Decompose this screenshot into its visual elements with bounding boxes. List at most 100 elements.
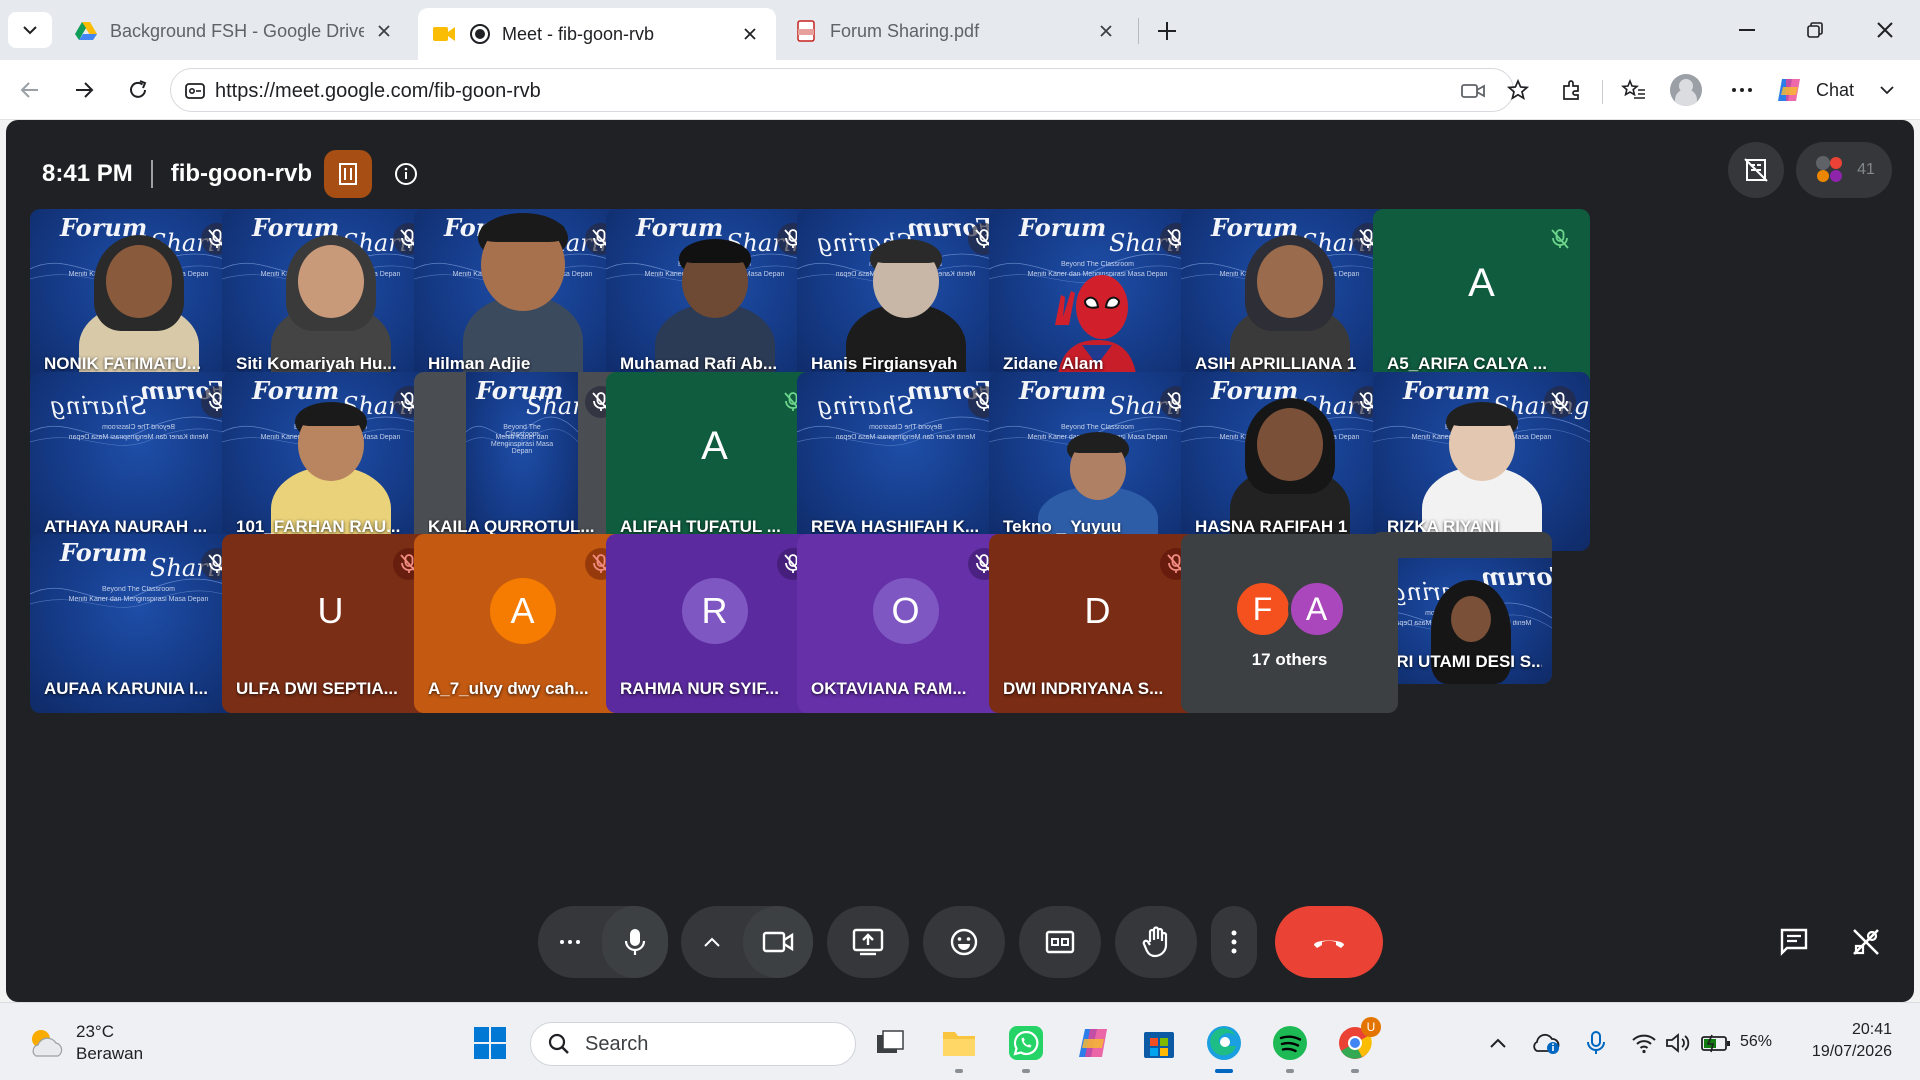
minimize-button[interactable] (1724, 12, 1770, 48)
system-clock[interactable]: 20:41 19/07/2026 (1812, 1019, 1892, 1063)
background-effects-button[interactable] (1728, 142, 1784, 198)
more-menu-button[interactable] (1724, 72, 1760, 108)
camera-button[interactable] (743, 906, 813, 978)
star-outline-icon (1506, 78, 1530, 102)
file-explorer-app[interactable] (937, 1021, 981, 1073)
tab-separator (1138, 18, 1139, 44)
tab-google-meet[interactable]: Meet - fib-goon-rvb (418, 8, 776, 60)
reload-button[interactable] (120, 72, 156, 108)
chat-panel-button[interactable] (1758, 906, 1830, 978)
participant-tile[interactable]: A A_7_ulvy dwy cah... (414, 534, 631, 713)
participant-tile[interactable]: ForumSharingBeyond The ClassroomMeniti K… (30, 534, 247, 713)
participant-initial-avatar: D (1064, 578, 1131, 644)
participant-tile[interactable]: ForumSharingBeyond The ClassroomMeniti K… (414, 209, 631, 388)
favorites-list-icon (1621, 78, 1647, 102)
tab-search-button[interactable] (8, 12, 52, 48)
info-icon (394, 162, 418, 186)
close-tab-icon[interactable] (738, 22, 762, 46)
site-info-icon[interactable] (183, 79, 207, 103)
participant-tile[interactable]: ForumSharingBeyond The ClassroomMeniti K… (222, 372, 439, 551)
participant-tile[interactable]: ForumSharingBeyond The ClassroomMeniti K… (1181, 209, 1398, 388)
taskbar-search[interactable]: Search (530, 1022, 856, 1066)
tab-pdf[interactable]: Forum Sharing.pdf (780, 10, 1132, 52)
participant-tile[interactable]: R RAHMA NUR SYIF... (606, 534, 823, 713)
edge-browser-app[interactable] (1202, 1021, 1246, 1073)
battery-tray[interactable] (1700, 1027, 1732, 1059)
meeting-info-button[interactable] (392, 160, 420, 188)
star-icon[interactable] (1475, 77, 1503, 105)
close-tab-icon[interactable] (372, 19, 396, 43)
plus-icon (1156, 20, 1178, 42)
self-tile[interactable]: ForumSharingBeyond The ClassroomMeniti K… (1371, 532, 1552, 684)
forward-button[interactable] (66, 72, 102, 108)
participant-tile[interactable]: ForumSharingBeyond The ClassroomMeniti K… (414, 372, 631, 551)
more-options-button[interactable] (1211, 906, 1257, 978)
restore-button[interactable] (1792, 12, 1838, 48)
reload-icon (126, 78, 150, 102)
participant-tile[interactable]: U ULFA DWI SEPTIA... (222, 534, 439, 713)
tab-google-drive[interactable]: Background FSH - Google Drive (60, 10, 410, 52)
microphone-tray[interactable] (1580, 1027, 1612, 1059)
clock-date: 19/07/2026 (1811, 1043, 1892, 1060)
participant-initial-avatar: A (1468, 260, 1495, 305)
captions-button[interactable] (1019, 906, 1101, 978)
reactions-button[interactable] (923, 906, 1005, 978)
participant-tile[interactable]: A ALIFAH TUFATUL ... (606, 372, 823, 551)
new-tab-button[interactable] (1150, 14, 1184, 48)
task-view-button[interactable] (868, 1021, 912, 1065)
copilot-app[interactable] (1071, 1021, 1115, 1065)
copilot-icon (1075, 1026, 1111, 1060)
muted-mic-icon (1544, 386, 1576, 418)
chrome-app[interactable]: U (1333, 1017, 1381, 1073)
close-window-button[interactable] (1862, 12, 1908, 48)
muted-mic-icon (1544, 223, 1576, 255)
present-button[interactable] (827, 906, 909, 978)
volume-tray[interactable] (1662, 1027, 1694, 1059)
participant-tile[interactable]: ForumSharingBeyond The ClassroomMeniti K… (30, 209, 247, 388)
participant-tile[interactable]: ForumSharingBeyond The ClassroomMeniti K… (797, 372, 1014, 551)
participant-tile[interactable]: ForumSharingBeyond The ClassroomMeniti K… (989, 209, 1206, 388)
raise-hand-button[interactable] (1115, 906, 1197, 978)
start-button[interactable] (468, 1021, 512, 1065)
audio-settings-button[interactable] (538, 906, 602, 978)
copilot-chat-button[interactable]: Chat (1774, 72, 1910, 108)
whatsapp-app[interactable] (1004, 1021, 1048, 1073)
participant-tile[interactable]: ForumSharingBeyond The ClassroomMeniti K… (989, 372, 1206, 551)
back-button[interactable] (12, 72, 48, 108)
participant-tile[interactable]: ForumSharingBeyond The ClassroomMeniti K… (606, 209, 823, 388)
profile-avatar[interactable] (1670, 74, 1702, 106)
spotify-app[interactable] (1268, 1021, 1312, 1073)
microphone-button[interactable] (602, 906, 668, 978)
extensions-button[interactable] (1554, 72, 1590, 108)
network-tray[interactable] (1628, 1027, 1660, 1059)
participant-tile[interactable]: O OKTAVIANA RAM... (797, 534, 1014, 713)
onedrive-tray[interactable] (1530, 1027, 1562, 1059)
close-icon (1876, 21, 1894, 39)
participant-tile[interactable]: ForumSharingBeyond The ClassroomMeniti K… (1373, 372, 1590, 551)
participant-tile[interactable]: ForumSharingBeyond The ClassroomMeniti K… (797, 209, 1014, 388)
participant-tile[interactable]: ForumSharingBeyond The ClassroomMeniti K… (30, 372, 247, 551)
participant-tile[interactable]: D DWI INDRIYANA S... (989, 534, 1206, 713)
participant-name: A_7_ulvy dwy cah... (428, 679, 589, 698)
close-tab-icon[interactable] (1094, 19, 1118, 43)
address-bar[interactable]: https://meet.google.com/fib-goon-rvb (170, 68, 1514, 112)
cloud-info-icon (1531, 1031, 1561, 1055)
leave-call-button[interactable] (1275, 906, 1383, 978)
microsoft-store-app[interactable] (1137, 1021, 1181, 1065)
participant-tile[interactable]: ForumSharingBeyond The ClassroomMeniti K… (222, 209, 439, 388)
people-button[interactable]: 41 (1796, 142, 1892, 198)
others-tile[interactable]: F A 17 others (1181, 534, 1398, 713)
favorites-button[interactable] (1616, 72, 1652, 108)
favorite-button[interactable] (1500, 72, 1536, 108)
show-hidden-icons-button[interactable] (1482, 1027, 1514, 1059)
participant-tile[interactable]: ForumSharingBeyond The ClassroomMeniti K… (1181, 372, 1398, 551)
activities-button[interactable] (1830, 906, 1902, 978)
participant-tile[interactable]: A A5_ARIFA CALYA ... (1373, 209, 1590, 388)
host-controls-button[interactable] (324, 150, 372, 198)
meeting-code: fib-goon-rvb (170, 160, 312, 187)
emoji-icon (949, 927, 979, 957)
search-placeholder: Search (585, 1032, 649, 1055)
more-vertical-icon (1231, 930, 1237, 954)
video-settings-button[interactable] (681, 906, 743, 978)
weather-widget[interactable]: 23°C Berawan (26, 1021, 143, 1065)
